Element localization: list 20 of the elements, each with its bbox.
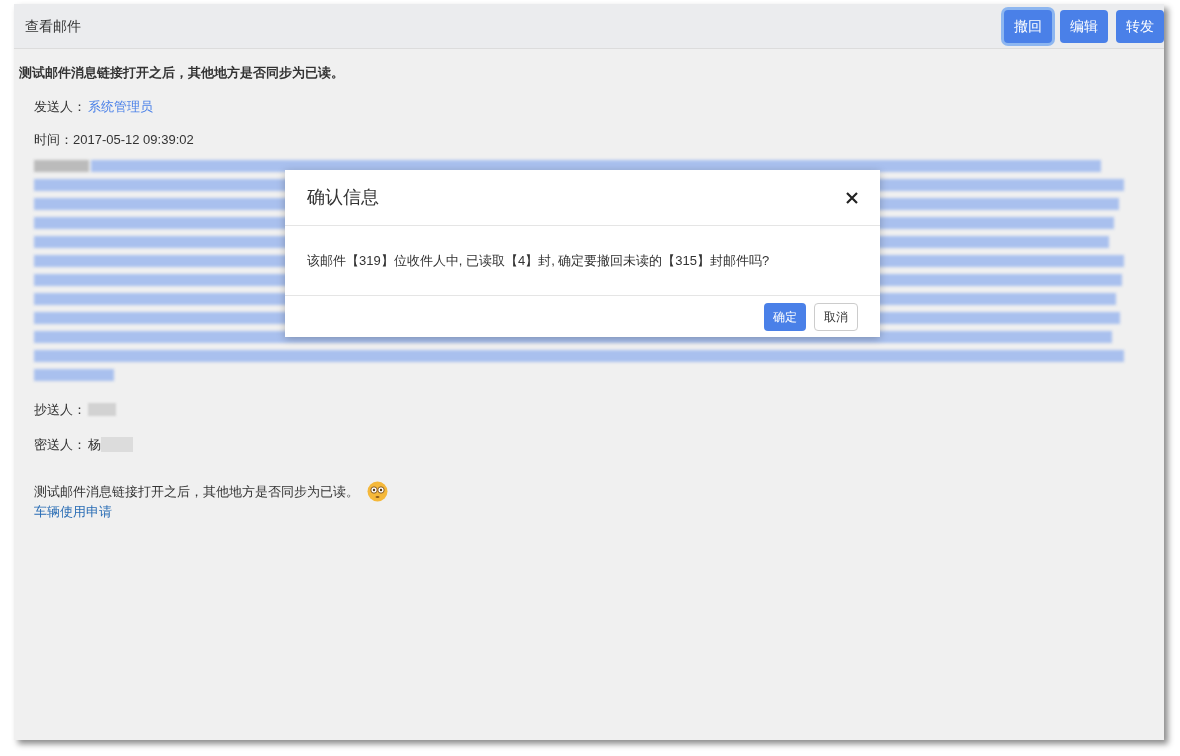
dialog-title: 确认信息 <box>307 186 379 209</box>
sender-link[interactable]: 系统管理员 <box>88 96 153 116</box>
redacted-name <box>88 402 116 416</box>
bcc-name: 杨 <box>88 436 101 454</box>
sender-label: 发送人： <box>34 97 86 116</box>
dialog-button[interactable]: 取消 <box>814 302 858 331</box>
attachment-link[interactable]: 车辆使用申请 <box>19 501 1159 521</box>
dialog-message: 该邮件【319】位收件人中, 已读取【4】封, 确定要撤回未读的【315】封邮件吗? <box>307 251 770 270</box>
mail-subject: 测试邮件消息链接打开之后，其他地方是否同步为已读。 <box>19 64 345 82</box>
cc-label: 抄送人： <box>34 400 86 419</box>
dialog-button[interactable]: 确定 <box>764 302 806 331</box>
close-icon[interactable] <box>846 191 858 204</box>
sent-time: 时间：2017-05-12 09:39:02 <box>33 131 195 149</box>
header-button[interactable]: 转发 <box>1116 9 1164 43</box>
bcc-label: 密送人： <box>34 436 86 454</box>
header-button[interactable]: 撤回 <box>1004 9 1052 43</box>
page-title: 查看邮件 <box>25 16 81 36</box>
header-button[interactable]: 编辑 <box>1060 9 1108 43</box>
flushed-face-icon <box>367 480 388 502</box>
mail-body: 测试邮件消息链接打开之后，其他地方是否同步为已读。 <box>34 483 359 501</box>
